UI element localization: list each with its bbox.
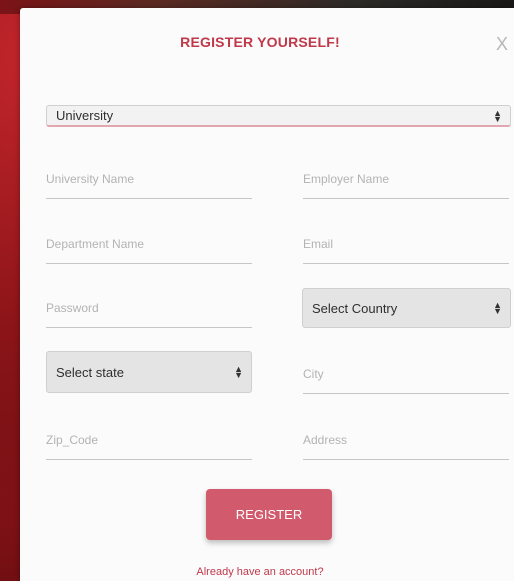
address-field[interactable]: Address	[303, 427, 509, 460]
updown-arrow-icon: ▲ ▼	[493, 107, 502, 124]
password-field[interactable]: Password	[46, 295, 252, 328]
zip-code-placeholder: Zip_Code	[46, 433, 99, 447]
address-placeholder: Address	[303, 433, 348, 447]
city-placeholder: City	[303, 367, 324, 381]
department-name-placeholder: Department Name	[46, 237, 145, 251]
state-select[interactable]: Select state ▲ ▼	[46, 351, 252, 393]
close-icon[interactable]: X	[496, 34, 508, 54]
employer-name-placeholder: Employer Name	[303, 172, 390, 186]
zip-code-field[interactable]: Zip_Code	[46, 427, 252, 460]
university-name-field[interactable]: University Name	[46, 166, 252, 199]
country-select-value: Select Country	[312, 300, 398, 316]
email-placeholder: Email	[303, 237, 334, 251]
password-placeholder: Password	[46, 301, 99, 315]
employer-name-field[interactable]: Employer Name	[303, 166, 509, 199]
login-link[interactable]: Already have an account?	[20, 566, 500, 578]
state-select-value: Select state	[56, 364, 124, 380]
department-name-field[interactable]: Department Name	[46, 231, 252, 264]
updown-arrow-icon: ▲ ▼	[493, 300, 502, 316]
modal-title: REGISTER YOURSELF!	[180, 34, 340, 50]
register-button[interactable]: REGISTER	[206, 489, 332, 540]
account-type-select[interactable]: University ▲ ▼	[46, 105, 511, 127]
city-field[interactable]: City	[303, 361, 509, 394]
email-field[interactable]: Email	[303, 231, 509, 264]
university-name-placeholder: University Name	[46, 172, 135, 186]
register-modal: REGISTER YOURSELF! X University ▲ ▼ Unive…	[20, 8, 514, 581]
updown-arrow-icon: ▲ ▼	[234, 364, 243, 380]
account-type-value: University	[56, 108, 114, 123]
country-select[interactable]: Select Country ▲ ▼	[302, 288, 511, 328]
